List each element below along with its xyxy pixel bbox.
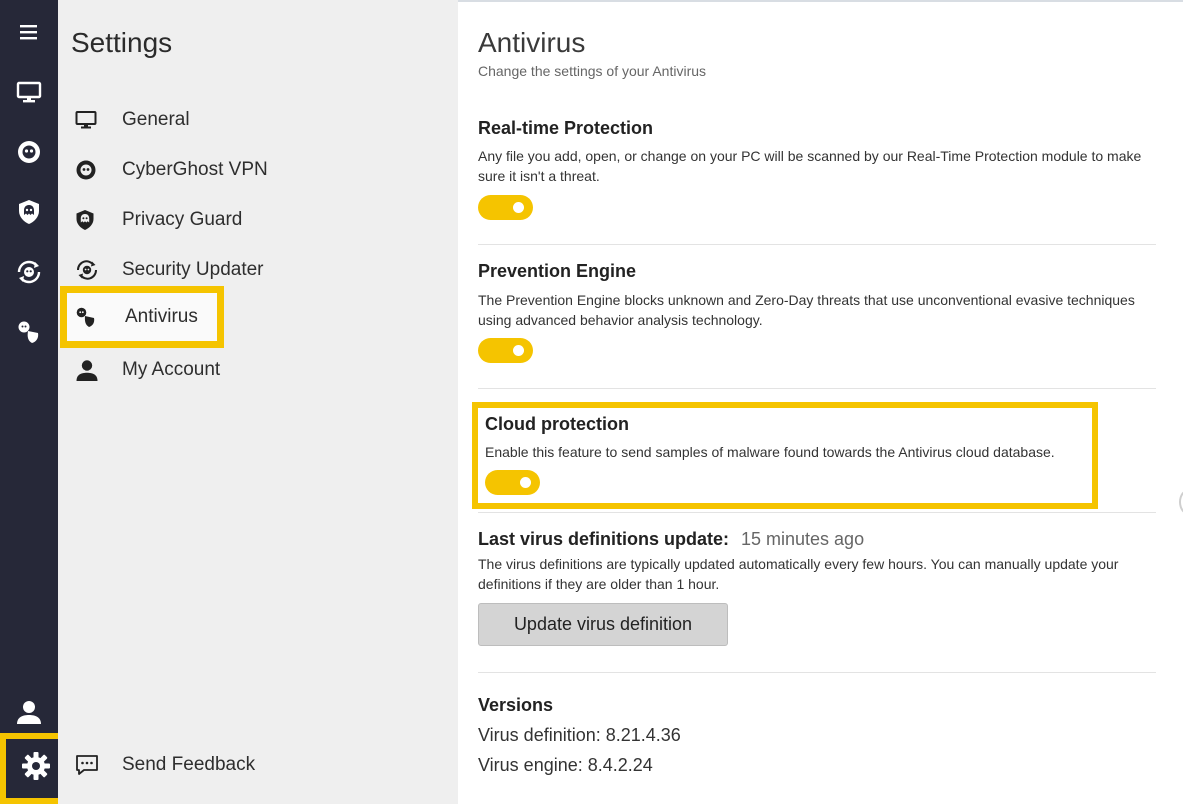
nav-item-privacy-guard[interactable]: Privacy Guard xyxy=(75,200,375,240)
nav-item-cyberghost-vpn[interactable]: CyberGhost VPN xyxy=(75,150,375,190)
monitor-icon[interactable] xyxy=(0,72,58,112)
ghost-icon xyxy=(75,158,105,182)
menu-icon[interactable] xyxy=(0,12,58,52)
nav-item-my-account[interactable]: My Account xyxy=(75,350,375,390)
prevention-engine-title: Prevention Engine xyxy=(478,261,637,281)
antivirus-icon xyxy=(75,305,105,329)
nav-item-label: CyberGhost VPN xyxy=(122,159,268,180)
section-divider xyxy=(478,244,1156,245)
realtime-protection-title: Real-time Protection xyxy=(478,118,654,138)
user-icon xyxy=(75,358,105,382)
nav-item-label: My Account xyxy=(122,359,221,380)
updater-icon[interactable] xyxy=(0,252,58,292)
last-update-value: 15 minutes ago xyxy=(741,529,865,549)
realtime-protection-toggle[interactable] xyxy=(478,195,533,220)
toggle-knob xyxy=(520,477,531,488)
last-update-description: The virus definitions are typically upda… xyxy=(478,556,1119,592)
shield-icon xyxy=(75,208,105,232)
send-feedback-link[interactable]: Send Feedback xyxy=(75,745,375,785)
virus-engine-version: Virus engine: 8.4.2.24 xyxy=(478,755,653,775)
section-divider xyxy=(478,672,1156,673)
updater-icon xyxy=(75,258,105,282)
section-divider xyxy=(478,512,1156,513)
update-virus-definition-button[interactable]: Update virus definition xyxy=(478,603,728,646)
top-divider xyxy=(458,0,1183,2)
nav-item-label: Privacy Guard xyxy=(122,209,243,230)
cloud-protection-description: Enable this feature to send samples of m… xyxy=(485,444,1055,460)
settings-title: Settings xyxy=(71,27,173,58)
prevention-engine-toggle[interactable] xyxy=(478,338,533,363)
feedback-icon xyxy=(75,753,105,777)
nav-item-label: Security Updater xyxy=(122,259,264,280)
nav-item-antivirus[interactable]: Antivirus xyxy=(60,286,224,348)
nav-item-security-updater[interactable]: Security Updater xyxy=(75,250,375,290)
send-feedback-label: Send Feedback xyxy=(122,754,256,775)
antivirus-icon[interactable] xyxy=(0,312,58,352)
last-update-label: Last virus definitions update: xyxy=(478,529,730,549)
section-divider xyxy=(478,388,1156,389)
antivirus-settings-panel: Antivirus Change the settings of your An… xyxy=(458,0,1183,804)
nav-item-general[interactable]: General xyxy=(75,100,375,140)
nav-item-label: General xyxy=(122,109,190,130)
nav-item-label: Antivirus xyxy=(125,306,198,327)
gear-icon xyxy=(21,751,51,786)
page-subtitle: Change the settings of your Antivirus xyxy=(478,63,707,79)
shield-icon[interactable] xyxy=(0,192,58,232)
icon-rail xyxy=(0,0,58,804)
monitor-icon xyxy=(75,108,105,132)
page-title: Antivirus xyxy=(478,27,586,58)
settings-nav: Settings General CyberGhost VPN Privacy … xyxy=(58,0,458,804)
toggle-knob xyxy=(513,345,524,356)
cloud-protection-toggle[interactable] xyxy=(485,470,540,495)
prevention-engine-description: The Prevention Engine blocks unknown and… xyxy=(478,292,1135,328)
virus-definition-version: Virus definition: 8.21.4.36 xyxy=(478,725,681,745)
user-icon[interactable] xyxy=(0,692,58,732)
toggle-knob xyxy=(513,202,524,213)
cloud-protection-title: Cloud protection xyxy=(485,414,629,434)
realtime-protection-description: Any file you add, open, or change on you… xyxy=(478,148,1142,184)
ghost-icon[interactable] xyxy=(0,132,58,172)
cloud-protection-section: Cloud protection Enable this feature to … xyxy=(472,402,1098,509)
versions-title: Versions xyxy=(478,695,554,715)
